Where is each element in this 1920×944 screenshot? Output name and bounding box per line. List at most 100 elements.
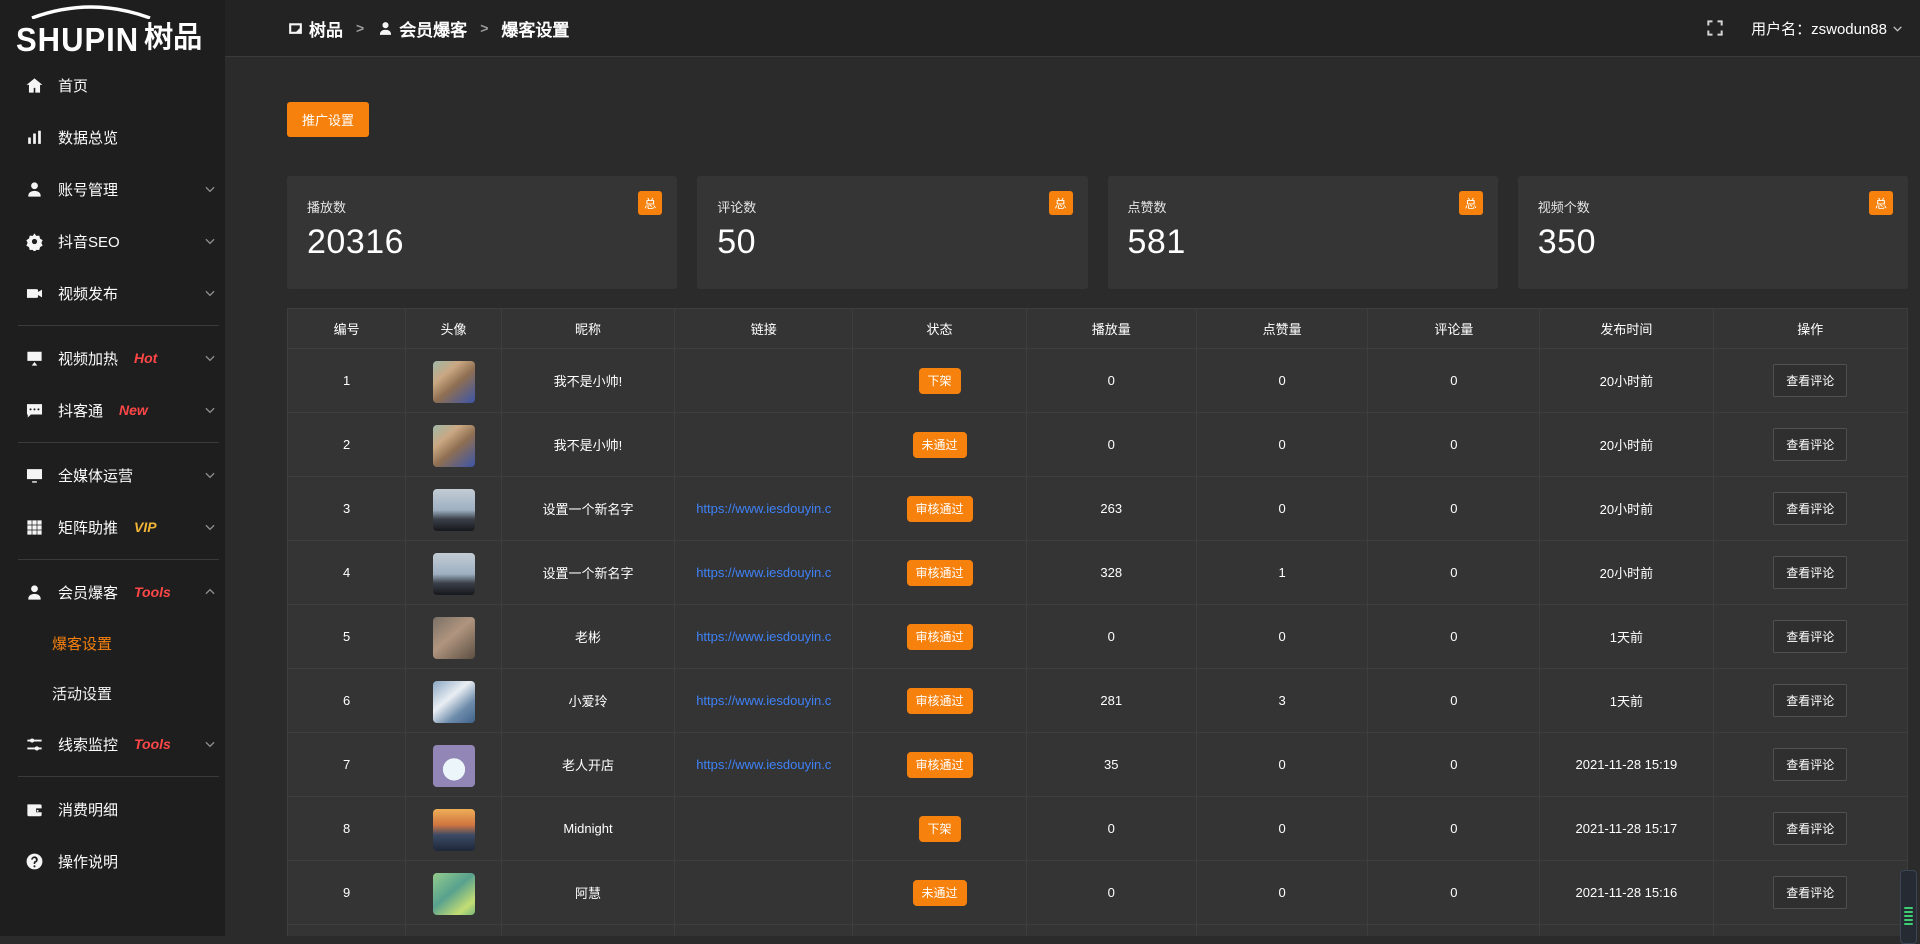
sidebar-item-首页[interactable]: 首页 — [0, 59, 225, 111]
sidebar-item-badge: Tools — [134, 736, 171, 752]
video-link[interactable]: https://www.iesdouyin.c — [675, 565, 852, 580]
cell-comments: 0 — [1368, 541, 1540, 605]
column-header-状态: 状态 — [853, 309, 1026, 349]
floating-widget[interactable] — [1900, 870, 1917, 944]
column-header-昵称: 昵称 — [501, 309, 674, 349]
sidebar-item-消费明细[interactable]: 消费明细 — [0, 783, 225, 835]
widget-green-bar — [1904, 919, 1913, 921]
cell-likes: 0 — [1196, 733, 1368, 797]
cell-id: 1 — [288, 349, 406, 413]
view-comments-button[interactable]: 查看评论 — [1773, 876, 1847, 909]
sidebar-nav: 首页数据总览账号管理抖音SEO视频发布视频加热Hot抖客通New全媒体运营矩阵助… — [0, 57, 225, 887]
view-comments-button[interactable]: 查看评论 — [1773, 492, 1847, 525]
cell-publish-time: 2021-11-28 15:19 — [1540, 733, 1713, 797]
column-header-发布时间: 发布时间 — [1540, 309, 1713, 349]
cell-action: 查看评论 — [1713, 605, 1907, 669]
table-row: 9阿慧未通过0002021-11-28 15:16查看评论 — [288, 861, 1908, 925]
widget-green-bar — [1904, 911, 1913, 913]
status-badge: 审核通过 — [907, 496, 973, 522]
grid-icon — [25, 518, 44, 537]
sidebar-item-数据总览[interactable]: 数据总览 — [0, 111, 225, 163]
chevron-down-icon — [203, 737, 217, 751]
sidebar-subitem-活动设置[interactable]: 活动设置 — [0, 668, 225, 718]
view-comments-button[interactable]: 查看评论 — [1773, 812, 1847, 845]
video-link[interactable]: https://www.iesdouyin.c — [675, 501, 852, 516]
cell-publish-time: 2021-11-28 15:17 — [1540, 797, 1713, 861]
sidebar-item-抖音SEO[interactable]: 抖音SEO — [0, 215, 225, 267]
cell-comments: 0 — [1368, 349, 1540, 413]
sidebar-subitem-爆客设置[interactable]: 爆客设置 — [0, 618, 225, 668]
cell-likes: 0 — [1196, 413, 1368, 477]
sidebar: SHUPIN树品 首页数据总览账号管理抖音SEO 视频发布视频加热Hot抖客通Ne… — [0, 0, 225, 936]
cell-comments: 0 — [1368, 477, 1540, 541]
cell-id: 2 — [288, 413, 406, 477]
sidebar-item-操作说明[interactable]: 操作说明 — [0, 835, 225, 887]
cell-nickname: Midnight — [501, 797, 674, 861]
chevron-up-icon — [203, 585, 217, 599]
status-badge: 审核通过 — [907, 624, 973, 650]
cell-nickname: 小爱玲 — [501, 669, 674, 733]
widget-green-bar — [1904, 915, 1913, 917]
cell-link: https://www.iesdouyin.c — [675, 605, 853, 669]
app-logo[interactable]: SHUPIN树品 — [0, 0, 225, 57]
sidebar-item-label: 矩阵助推 — [58, 517, 118, 538]
view-comments-button[interactable]: 查看评论 — [1773, 364, 1847, 397]
avatar — [433, 681, 475, 723]
cell-comments: 0 — [1368, 861, 1540, 925]
sidebar-item-badge: New — [119, 402, 148, 418]
sidebar-item-全媒体运营[interactable]: 全媒体运营 — [0, 449, 225, 501]
cell-plays: 328 — [1026, 541, 1196, 605]
cell-avatar — [406, 797, 502, 861]
cell-status: 下架 — [853, 349, 1026, 413]
cell-plays: 0 — [1026, 349, 1196, 413]
sidebar-item-账号管理[interactable]: 账号管理 — [0, 163, 225, 215]
cell-avatar — [406, 733, 502, 797]
promo-settings-button[interactable]: 推广设置 — [287, 102, 369, 137]
view-comments-button[interactable]: 查看评论 — [1773, 620, 1847, 653]
fullscreen-icon[interactable] — [1705, 18, 1725, 38]
column-header-链接: 链接 — [675, 309, 853, 349]
avatar — [433, 745, 475, 787]
display-icon — [25, 466, 44, 485]
sidebar-item-badge: Tools — [134, 584, 171, 600]
stat-card-value: 50 — [717, 223, 1067, 262]
sidebar-item-label: 线索监控 — [58, 734, 118, 755]
cell-publish-time: 1天前 — [1540, 605, 1713, 669]
sidebar-item-矩阵助推[interactable]: 矩阵助推VIP — [0, 501, 225, 553]
sidebar-item-视频发布[interactable]: 视频发布 — [0, 267, 225, 319]
sidebar-item-抖客通[interactable]: 抖客通New — [0, 384, 225, 436]
sidebar-item-label: 抖音SEO — [58, 231, 120, 252]
cell-avatar — [406, 605, 502, 669]
sidebar-item-label: 账号管理 — [58, 179, 118, 200]
cell-nickname: 设置一个新名字 — [501, 477, 674, 541]
sidebar-item-label: 视频加热 — [58, 348, 118, 369]
sliders-icon — [25, 735, 44, 754]
cell-avatar — [406, 541, 502, 605]
view-comments-button[interactable]: 查看评论 — [1773, 684, 1847, 717]
video-link[interactable]: https://www.iesdouyin.c — [675, 757, 852, 772]
user-icon — [25, 583, 44, 602]
cell-publish-time: 2021-11-28 15:16 — [1540, 861, 1713, 925]
cell-nickname: 阿慧 — [501, 861, 674, 925]
video-link[interactable]: https://www.iesdouyin.c — [675, 629, 852, 644]
cell-comments: 0 — [1368, 797, 1540, 861]
sidebar-item-会员爆客[interactable]: 会员爆客Tools — [0, 566, 225, 618]
username-dropdown[interactable]: 用户名：zswodun88 — [1751, 18, 1904, 39]
cell-nickname: 我不是小帅! — [501, 413, 674, 477]
cell-likes: 0 — [1196, 477, 1368, 541]
breadcrumb-item-树品[interactable]: 树品 — [287, 16, 343, 41]
stat-card-total-badge: 总 — [1049, 191, 1073, 215]
breadcrumb-item-会员爆客[interactable]: 会员爆客 — [377, 16, 467, 41]
view-comments-button[interactable]: 查看评论 — [1773, 428, 1847, 461]
sidebar-item-视频加热[interactable]: 视频加热Hot — [0, 332, 225, 384]
video-link[interactable]: https://www.iesdouyin.c — [675, 693, 852, 708]
breadcrumb-item-爆客设置[interactable]: 爆客设置 — [501, 16, 569, 41]
stat-card-评论数: 评论数50总 — [697, 176, 1087, 289]
view-comments-button[interactable]: 查看评论 — [1773, 748, 1847, 781]
cell-likes: 3 — [1196, 669, 1368, 733]
column-header-播放量: 播放量 — [1026, 309, 1196, 349]
heat-monitor-icon — [25, 349, 44, 368]
video-camera-icon — [25, 284, 44, 303]
view-comments-button[interactable]: 查看评论 — [1773, 556, 1847, 589]
sidebar-item-线索监控[interactable]: 线索监控 Tools — [0, 718, 225, 770]
